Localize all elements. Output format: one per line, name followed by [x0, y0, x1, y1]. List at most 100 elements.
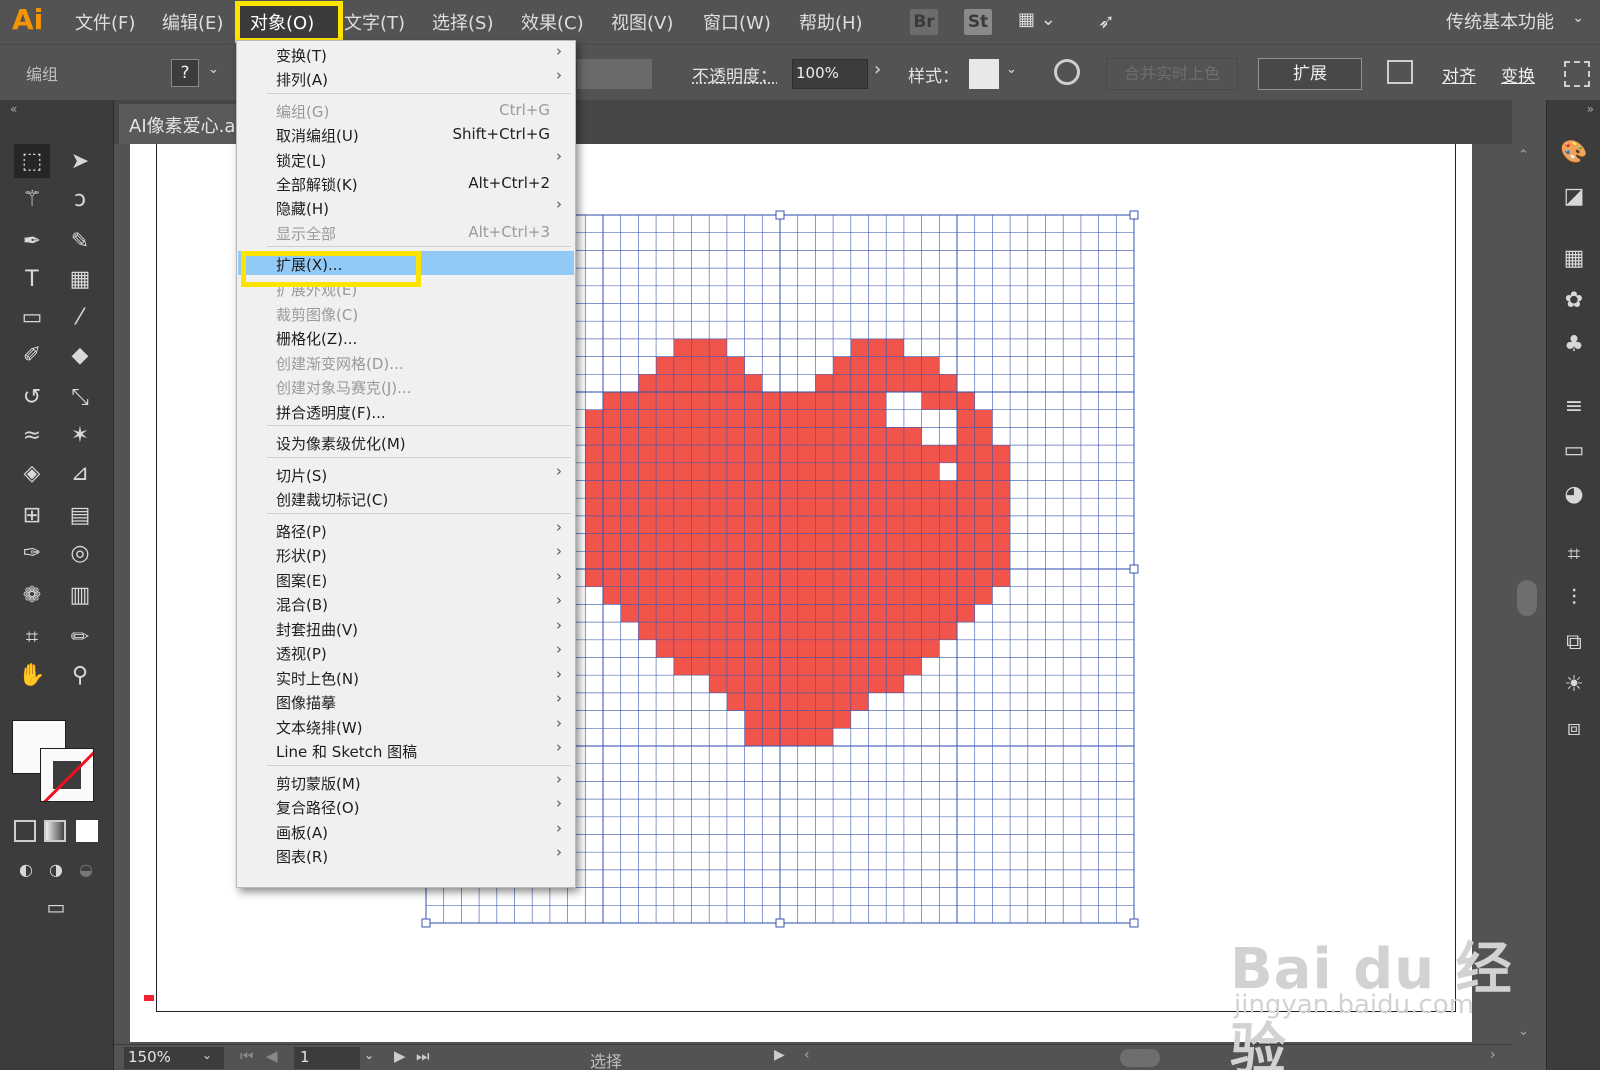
layers-icon[interactable]: ⧈ — [1560, 714, 1588, 742]
menu-item[interactable]: 路径(P) › — [238, 518, 574, 542]
menu-item[interactable]: 排列(A) › — [238, 66, 574, 90]
slice-tool-icon[interactable]: ✏ — [62, 620, 98, 654]
grid-tool-icon[interactable]: ▦ — [62, 262, 98, 296]
horizontal-scroll-thumb[interactable] — [1120, 1049, 1160, 1067]
chevron-right-icon[interactable]: ▶ — [774, 1047, 785, 1063]
stroke-panel-icon[interactable]: ≡ — [1560, 392, 1588, 420]
menu-item[interactable]: 切片(S) › — [238, 462, 574, 486]
symbol-sprayer-icon[interactable]: ❁ — [14, 578, 50, 612]
opacity-input[interactable]: 100% — [792, 59, 868, 89]
menu-item[interactable]: Line 和 Sketch 图稿 › — [238, 738, 574, 762]
menu-item[interactable]: 栅格化(Z)... — [238, 325, 574, 349]
none-mode-icon[interactable] — [76, 820, 98, 842]
menu-item[interactable]: 文本绕排(W) › — [238, 714, 574, 738]
heart-pixel-row[interactable] — [709, 675, 904, 693]
color-mode-icon[interactable] — [14, 820, 36, 842]
direct-selection-tool-icon[interactable]: ➤ — [62, 144, 98, 178]
eraser-tool-icon[interactable]: ◆ — [62, 338, 98, 372]
menu-edit[interactable]: 编辑(E) — [162, 9, 223, 35]
graph-tool-icon[interactable]: ▥ — [62, 578, 98, 612]
heart-pixel-row[interactable] — [656, 356, 745, 375]
screen-mode-icon[interactable]: ▭ — [38, 890, 74, 924]
style-swatch[interactable] — [969, 59, 999, 89]
menu-file[interactable]: 文件(F) — [75, 9, 135, 35]
appearance-icon[interactable]: ☀ — [1560, 670, 1588, 698]
lasso-tool-icon[interactable]: ↄ — [62, 182, 98, 216]
puppet-warp-icon[interactable]: ✶ — [62, 418, 98, 452]
stock-badge[interactable]: St — [964, 9, 992, 35]
first-artboard-icon[interactable]: ⏮ — [240, 1047, 254, 1065]
color-guide-icon[interactable]: ◪ — [1560, 182, 1588, 210]
chevron-up-icon[interactable]: ⌃ — [1518, 148, 1529, 163]
chevron-down-icon[interactable]: ⌄ — [208, 62, 219, 77]
pathfinder-icon[interactable]: ⧉ — [1560, 628, 1588, 656]
isolate-group-icon[interactable] — [1564, 61, 1590, 87]
chevron-down-icon[interactable]: ⌄ — [364, 1048, 374, 1062]
merge-live-paint-button[interactable]: 合并实时上色 — [1106, 58, 1238, 90]
magic-wand-icon[interactable]: ⚚ — [14, 182, 50, 216]
color-palette-icon[interactable]: 🎨 — [1560, 138, 1588, 166]
rectangle-tool-icon[interactable]: ▭ — [14, 300, 50, 334]
transform-link[interactable]: 变换 — [1501, 62, 1535, 87]
gradient-panel-icon[interactable]: ▭ — [1560, 436, 1588, 464]
draw-inside-icon[interactable]: ◒ — [68, 852, 104, 886]
menu-view[interactable]: 视图(V) — [611, 9, 673, 35]
last-artboard-icon[interactable]: ⏭ — [416, 1047, 430, 1065]
fill-unknown-swatch[interactable]: ? — [171, 59, 199, 87]
menu-window[interactable]: 窗口(W) — [703, 9, 771, 35]
align-link[interactable]: 对齐 — [1442, 62, 1476, 87]
menu-item[interactable]: 拼合透明度(F)... — [238, 399, 574, 423]
bounding-box-handle[interactable] — [775, 918, 785, 928]
heart-pixel-row[interactable] — [744, 728, 834, 746]
pen-tool-icon[interactable]: ✒ — [14, 224, 50, 258]
menu-item[interactable]: 实时上色(N) › — [238, 665, 574, 689]
bounding-box-handle[interactable] — [1129, 918, 1139, 928]
menu-item[interactable]: 设为像素级优化(M) — [238, 430, 574, 454]
chevron-left-icon[interactable]: ‹ — [804, 1047, 810, 1063]
gpu-rocket-icon[interactable]: ➶ — [1098, 9, 1115, 33]
arrange-documents-icon[interactable]: ▦ ⌄ — [1018, 9, 1056, 30]
menu-item[interactable]: 变换(T) › — [238, 42, 574, 66]
heart-pixel-row[interactable] — [850, 338, 904, 357]
menu-effect[interactable]: 效果(C) — [521, 9, 584, 35]
chevron-right-icon[interactable]: › — [874, 59, 881, 80]
menu-item[interactable]: 全部解锁(K) Alt+Ctrl+2 — [238, 171, 574, 195]
menu-select[interactable]: 选择(S) — [432, 9, 493, 35]
menu-item[interactable]: 创建裁切标记(C) — [238, 486, 574, 510]
bounding-box-handle[interactable] — [421, 918, 431, 928]
chevron-down-icon[interactable]: ⌄ — [1006, 62, 1017, 77]
brushes-icon[interactable]: ✿ — [1560, 286, 1588, 314]
artboard-tool-icon[interactable]: ⌗ — [14, 620, 50, 654]
current-tool-status[interactable]: 选择 — [590, 1048, 622, 1070]
expand-button[interactable]: 扩展 — [1258, 58, 1362, 90]
heart-pixel-row[interactable] — [673, 338, 727, 357]
shaper-tool-icon[interactable]: ✐ — [14, 338, 50, 372]
scale-tool-icon[interactable]: ⤡ — [62, 380, 98, 414]
mesh-tool-icon[interactable]: ⊞ — [14, 498, 50, 532]
perspective-grid-icon[interactable]: ⊿ — [62, 456, 98, 490]
menu-item[interactable]: 取消编组(U) Shift+Ctrl+G — [238, 122, 574, 146]
previous-artboard-icon[interactable]: ◀ — [266, 1047, 278, 1065]
menu-item[interactable]: 图像描摹 › — [238, 689, 574, 713]
collapse-panel-icon[interactable]: » — [1587, 102, 1594, 116]
menu-item[interactable]: 锁定(L) › — [238, 147, 574, 171]
menu-item[interactable]: 封套扭曲(V) › — [238, 616, 574, 640]
chevron-down-icon[interactable]: ⌄ — [202, 1048, 212, 1062]
document-setup-icon[interactable] — [1387, 60, 1413, 84]
menu-item[interactable]: 图案(E) › — [238, 567, 574, 591]
rotate-tool-icon[interactable]: ↺ — [14, 380, 50, 414]
gradient-tool-icon[interactable]: ▤ — [62, 498, 98, 532]
recolor-artwork-icon[interactable] — [1054, 59, 1080, 85]
collapse-panel-icon[interactable]: « — [10, 102, 17, 116]
menu-type[interactable]: 文字(T) — [344, 9, 405, 35]
vertical-scroll-thumb[interactable] — [1517, 580, 1537, 616]
bounding-box-handle[interactable] — [775, 210, 785, 220]
eyedropper-tool-icon[interactable]: ✑ — [14, 536, 50, 570]
width-tool-icon[interactable]: ≈ — [14, 418, 50, 452]
stroke-color-swatch[interactable] — [40, 748, 94, 802]
menu-item[interactable]: 画板(A) › — [238, 819, 574, 843]
menu-item[interactable]: 复合路径(O) › — [238, 794, 574, 818]
menu-item[interactable]: 图表(R) › — [238, 843, 574, 867]
bridge-badge[interactable]: Br — [910, 9, 938, 35]
align-panel-icon[interactable]: ⫶ — [1560, 584, 1588, 612]
